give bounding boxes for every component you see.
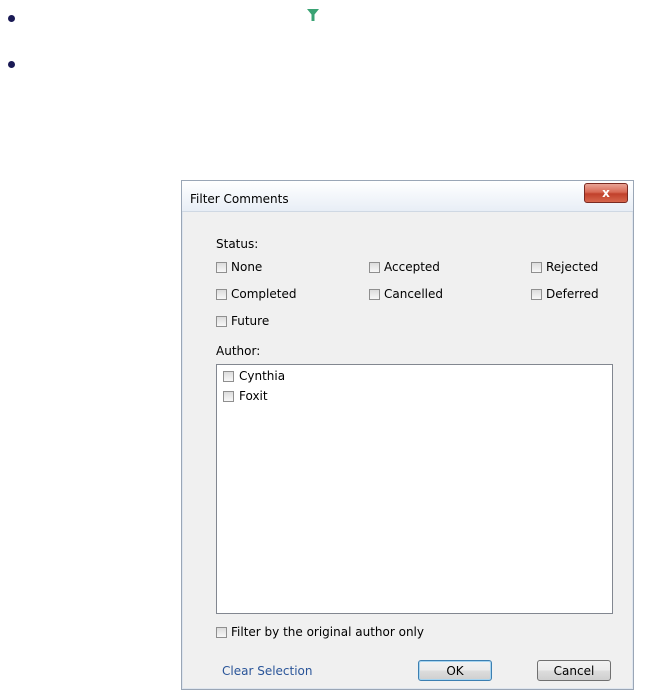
checkbox-icon[interactable] [531, 261, 542, 273]
checkbox-icon[interactable] [369, 288, 380, 300]
ok-button-label: OK [446, 663, 464, 678]
status-accepted-checkbox[interactable]: Accepted [369, 260, 440, 274]
close-button[interactable]: x [584, 183, 628, 203]
checkbox-icon[interactable] [216, 261, 227, 273]
status-rejected-checkbox[interactable]: Rejected [531, 260, 598, 274]
status-completed-label: Completed [231, 287, 297, 301]
author-label: Author: [216, 344, 261, 358]
checkbox-icon[interactable] [369, 261, 380, 273]
clear-selection-link[interactable]: Clear Selection [222, 664, 313, 678]
close-icon: x [602, 186, 610, 200]
status-completed-checkbox[interactable]: Completed [216, 287, 296, 301]
status-label: Status: [216, 237, 259, 251]
author-cynthia-label: Cynthia [239, 369, 286, 383]
bullet-icon [8, 15, 15, 22]
author-foxit-checkbox[interactable]: Foxit [223, 389, 268, 403]
status-none-label: None [231, 260, 263, 274]
status-deferred-checkbox[interactable]: Deferred [531, 287, 599, 301]
author-cynthia-checkbox[interactable]: Cynthia [223, 369, 285, 383]
status-cancelled-checkbox[interactable]: Cancelled [369, 287, 443, 301]
ok-button[interactable]: OK [418, 660, 492, 681]
checkbox-icon[interactable] [216, 315, 227, 327]
checkbox-icon[interactable] [223, 390, 234, 402]
title-bar: Filter Comments x [182, 181, 633, 212]
status-future-label: Future [231, 314, 270, 328]
bullet-icon [8, 61, 15, 68]
checkbox-icon[interactable] [223, 370, 234, 382]
status-rejected-label: Rejected [546, 260, 599, 274]
status-none-checkbox[interactable]: None [216, 260, 262, 274]
dialog-title: Filter Comments [190, 192, 289, 206]
checkbox-icon[interactable] [216, 288, 227, 300]
status-accepted-label: Accepted [384, 260, 440, 274]
status-future-checkbox[interactable]: Future [216, 314, 269, 328]
checkbox-icon[interactable] [216, 626, 227, 638]
original-author-checkbox[interactable]: Filter by the original author only [216, 625, 424, 639]
status-deferred-label: Deferred [546, 287, 599, 301]
checkbox-icon[interactable] [531, 288, 542, 300]
author-foxit-label: Foxit [239, 389, 268, 403]
cancel-button[interactable]: Cancel [537, 660, 611, 681]
filter-comments-dialog: Filter Comments x Status: None Accepted … [181, 180, 634, 690]
filter-icon[interactable] [306, 8, 320, 25]
original-author-label: Filter by the original author only [231, 625, 424, 639]
status-cancelled-label: Cancelled [384, 287, 443, 301]
cancel-button-label: Cancel [553, 663, 595, 678]
author-list[interactable]: Cynthia Foxit [216, 364, 613, 614]
